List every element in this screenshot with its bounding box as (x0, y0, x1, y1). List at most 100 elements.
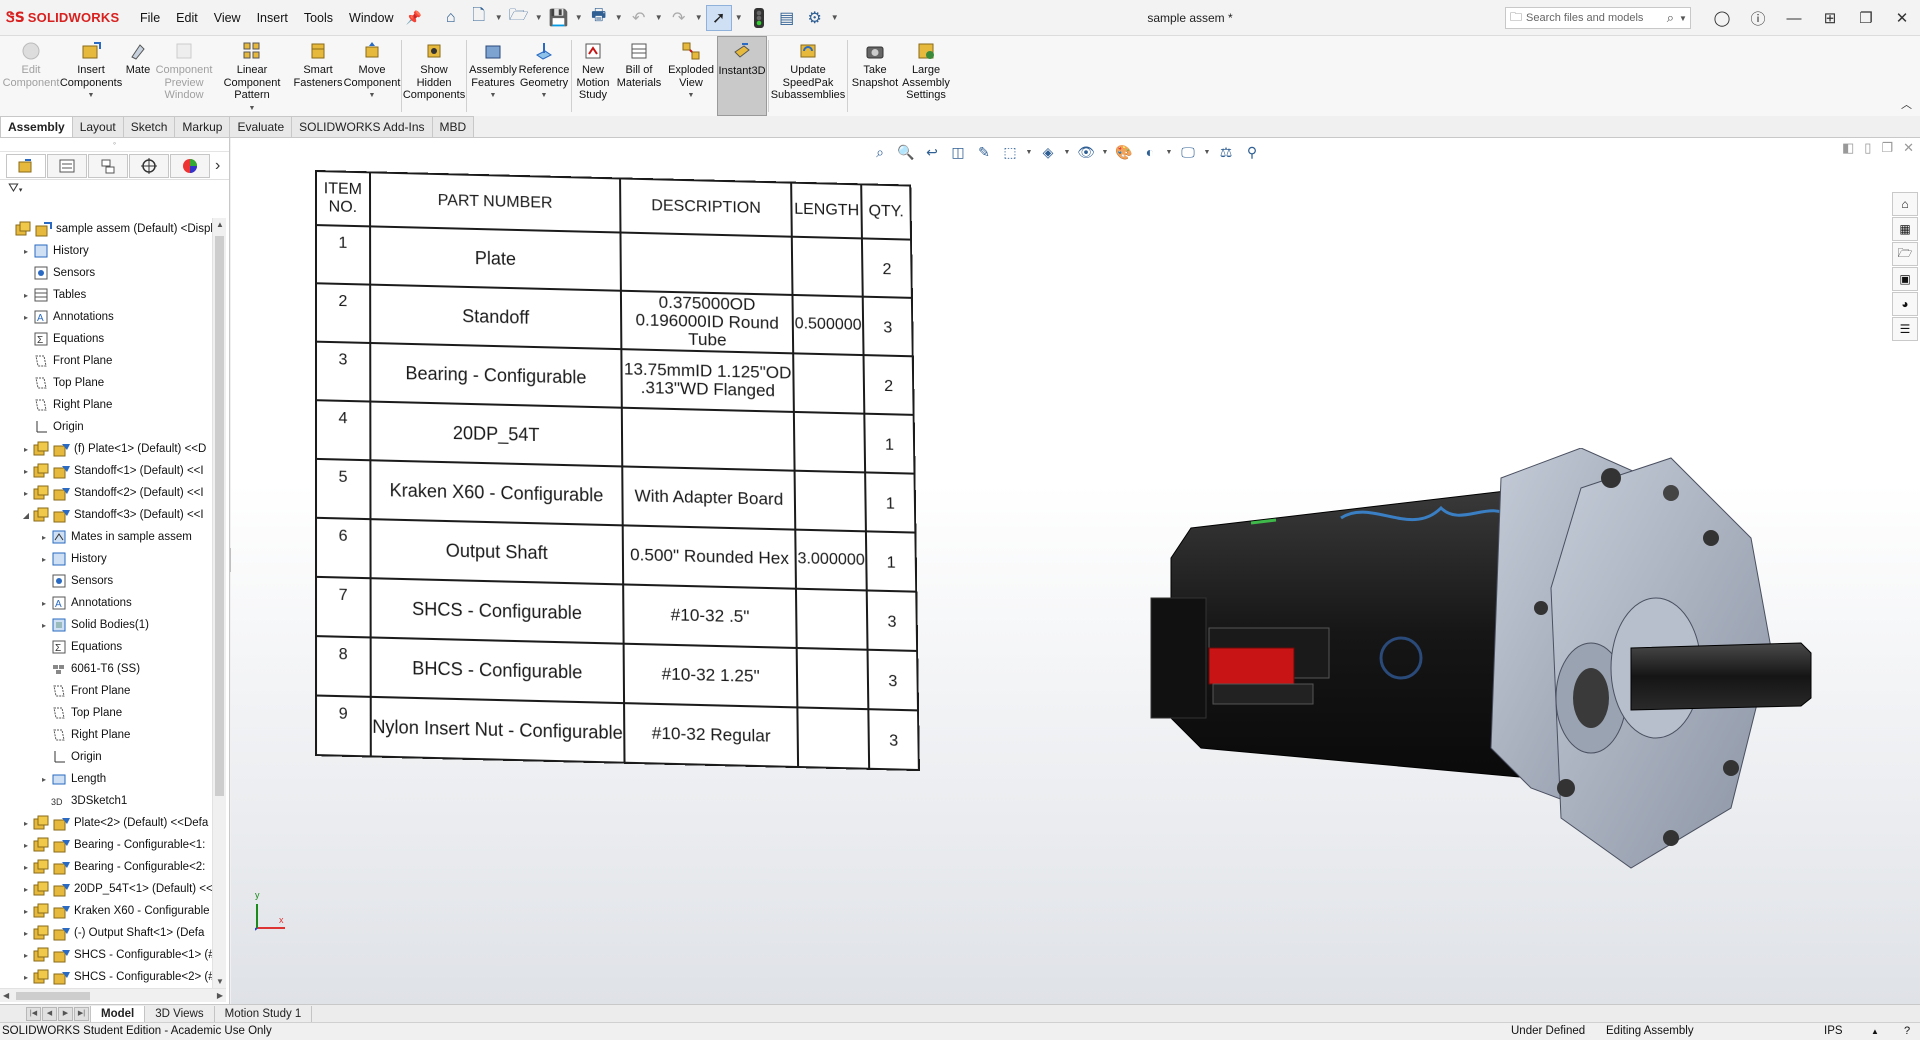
tree-item[interactable]: ▸ Bearing - Configurable<2: (0, 856, 212, 878)
tree-item[interactable]: ▸ Kraken X60 - Configurable (0, 900, 212, 922)
filter-icon[interactable]: ⛛▾ (0, 180, 229, 200)
restore-icon[interactable]: ❐ (1848, 0, 1884, 36)
scroll-up-icon[interactable]: ▲ (213, 220, 227, 229)
expand-arrow-icon[interactable]: ▸ (20, 467, 32, 476)
dimxpert-tab-icon[interactable] (129, 153, 169, 178)
viewport-split-icon[interactable]: ◧ (1842, 140, 1854, 156)
tab-addins[interactable]: SOLIDWORKS Add-Ins (291, 116, 433, 137)
tree-item[interactable]: ▸ Standoff<1> (Default) <<I (0, 460, 212, 482)
next-tab-icon[interactable]: › (215, 157, 220, 175)
first-tab-icon[interactable]: |◀ (26, 1006, 41, 1021)
tree-item[interactable]: Σ Equations (0, 636, 212, 658)
save-dropdown-icon[interactable]: ▼ (574, 13, 584, 22)
expand-arrow-icon[interactable]: ▸ (20, 489, 32, 498)
tree-item[interactable]: ▸ Bearing - Configurable<1: (0, 834, 212, 856)
collapse-ribbon-icon[interactable]: ︿ (1901, 96, 1912, 112)
tree-horizontal-scrollbar[interactable]: ◀ ▶ (0, 988, 226, 1002)
hide-show-dropdown-icon[interactable]: ▼ (1100, 141, 1110, 163)
reference-geometry-button[interactable]: Reference Geometry ▼ (518, 36, 570, 116)
tree-item[interactable]: ▸ Standoff<2> (Default) <<I (0, 482, 212, 504)
edit-component-button[interactable]: Edit Component (0, 36, 62, 116)
custom-properties-icon[interactable]: ☰ (1892, 317, 1918, 341)
menu-view[interactable]: View (206, 0, 249, 36)
display-style-dropdown-icon[interactable]: ▼ (1062, 141, 1072, 163)
tab-layout[interactable]: Layout (71, 116, 124, 137)
reference-geometry-dropdown-icon[interactable]: ▼ (541, 90, 548, 103)
menu-window[interactable]: Window (341, 0, 401, 36)
tree-item[interactable]: ▸ History (0, 548, 212, 570)
expand-arrow-icon[interactable]: ▸ (38, 533, 50, 542)
expand-arrow-icon[interactable]: ▸ (20, 863, 32, 872)
tree-item[interactable]: ◢ Standoff<3> (Default) <<I (0, 504, 212, 526)
select-dropdown-icon[interactable]: ▼ (734, 13, 744, 22)
tab-3d-views[interactable]: 3D Views (145, 1005, 215, 1022)
solidworks-resources-icon[interactable]: ⌂ (1892, 192, 1918, 216)
file-explorer-icon[interactable]: 🗁 (1892, 242, 1918, 266)
options-dropdown-icon[interactable]: ▼ (830, 13, 840, 22)
file-properties-icon[interactable]: ▤ (774, 5, 800, 31)
help-icon[interactable]: ⓘ (1740, 0, 1776, 36)
expand-arrow-icon[interactable]: ▸ (20, 819, 32, 828)
expand-arrow-icon[interactable]: ▸ (20, 951, 32, 960)
tree-item[interactable]: Right Plane (0, 394, 212, 416)
undo-dropdown-icon[interactable]: ▼ (654, 13, 664, 22)
tree-item[interactable]: ▸ Mates in sample assem (0, 526, 212, 548)
viewport-minimize-icon[interactable]: ▯ (1864, 140, 1871, 156)
component-preview-button[interactable]: Component Preview Window (156, 36, 212, 116)
expand-arrow-icon[interactable]: ▸ (38, 599, 50, 608)
scroll-left-icon[interactable]: ◀ (3, 989, 9, 1003)
tree-item[interactable]: ▸ Solid Bodies(1) (0, 614, 212, 636)
tree-item[interactable]: ▸ SHCS - Configurable<1> (#10- (0, 944, 212, 966)
view-orientation-dropdown-icon[interactable]: ▼ (1024, 141, 1034, 163)
zoom-to-fit-icon[interactable]: ⌕ (868, 141, 892, 163)
menu-tools[interactable]: Tools (296, 0, 341, 36)
expand-arrow-icon[interactable]: ▸ (20, 973, 32, 982)
property-manager-tab-icon[interactable] (47, 153, 87, 178)
status-help-icon[interactable]: ? (1904, 1023, 1910, 1040)
menu-file[interactable]: File (132, 0, 168, 36)
expand-arrow-icon[interactable]: ▸ (20, 929, 32, 938)
units-selector[interactable]: IPS (1824, 1023, 1843, 1040)
units-dropdown-icon[interactable]: ▲ (1871, 1023, 1879, 1040)
section-view-icon[interactable]: ◫ (946, 141, 970, 163)
bill-of-materials-button[interactable]: Bill of Materials (613, 36, 665, 116)
show-hidden-button[interactable]: Show Hidden Components (403, 36, 465, 116)
tree-item[interactable]: Right Plane (0, 724, 212, 746)
hide-show-items-icon[interactable]: 👁 (1074, 141, 1098, 163)
home-icon[interactable]: ⌂ (438, 5, 464, 31)
tree-item[interactable]: ▸ Plate<2> (Default) <<Defa (0, 812, 212, 834)
next-tab-icon[interactable]: ▶ (58, 1006, 73, 1021)
tree-item[interactable]: Sensors (0, 570, 212, 592)
new-dropdown-icon[interactable]: ▼ (494, 13, 504, 22)
tab-mbd[interactable]: MBD (431, 116, 475, 137)
viewport-close-icon[interactable]: ✕ (1903, 140, 1914, 156)
feature-tree-tab-icon[interactable] (6, 153, 46, 178)
linear-pattern-dropdown-icon[interactable]: ▼ (249, 103, 256, 116)
design-library-icon[interactable]: ▦ (1892, 217, 1918, 241)
display-manager-tab-icon[interactable] (170, 153, 210, 178)
tree-item[interactable]: Sensors (0, 262, 212, 284)
tree-item[interactable]: ▸ Tables (0, 284, 212, 306)
tree-item[interactable]: Front Plane (0, 350, 212, 372)
tree-item[interactable]: Origin (0, 746, 212, 768)
redo-dropdown-icon[interactable]: ▼ (694, 13, 704, 22)
insert-components-dropdown-icon[interactable]: ▼ (88, 90, 95, 103)
tree-item[interactable]: 3D 3DSketch1 (0, 790, 212, 812)
graphics-area[interactable]: ⌕ 🔍 ↩ ◫ ✎ ⬚ ▼ ◈ ▼ 👁 ▼ 🎨 ◐ ▼ 🖵 ▼ ⚖ ⚲ ◧ ▯ … (231, 138, 1920, 1004)
options-gear-icon[interactable]: ⚙ (802, 5, 828, 31)
expand-arrow-icon[interactable]: ▸ (38, 775, 50, 784)
tab-evaluate[interactable]: Evaluate (229, 116, 293, 137)
tree-item[interactable]: ▸ A Annotations (0, 306, 212, 328)
update-speedpak-button[interactable]: Update SpeedPak Subassemblies (770, 36, 846, 116)
tab-sketch[interactable]: Sketch (122, 116, 176, 137)
undo-icon[interactable]: ↶ (626, 5, 652, 31)
smart-fasteners-button[interactable]: Smart Fasteners (292, 36, 344, 116)
apply-scene-dropdown-icon[interactable]: ▼ (1164, 141, 1174, 163)
exploded-view-dropdown-icon[interactable]: ▼ (688, 90, 695, 103)
prev-tab-icon[interactable]: ◀ (42, 1006, 57, 1021)
search-dropdown-icon[interactable]: ▼ (1676, 14, 1690, 23)
panel-grip[interactable]: ◦ (0, 138, 229, 152)
menu-insert[interactable]: Insert (249, 0, 296, 36)
bill-of-materials-table[interactable]: ITEM NO. PART NUMBER DESCRIPTION LENGTH … (315, 170, 925, 772)
move-component-button[interactable]: Move Component ▼ (344, 36, 400, 116)
